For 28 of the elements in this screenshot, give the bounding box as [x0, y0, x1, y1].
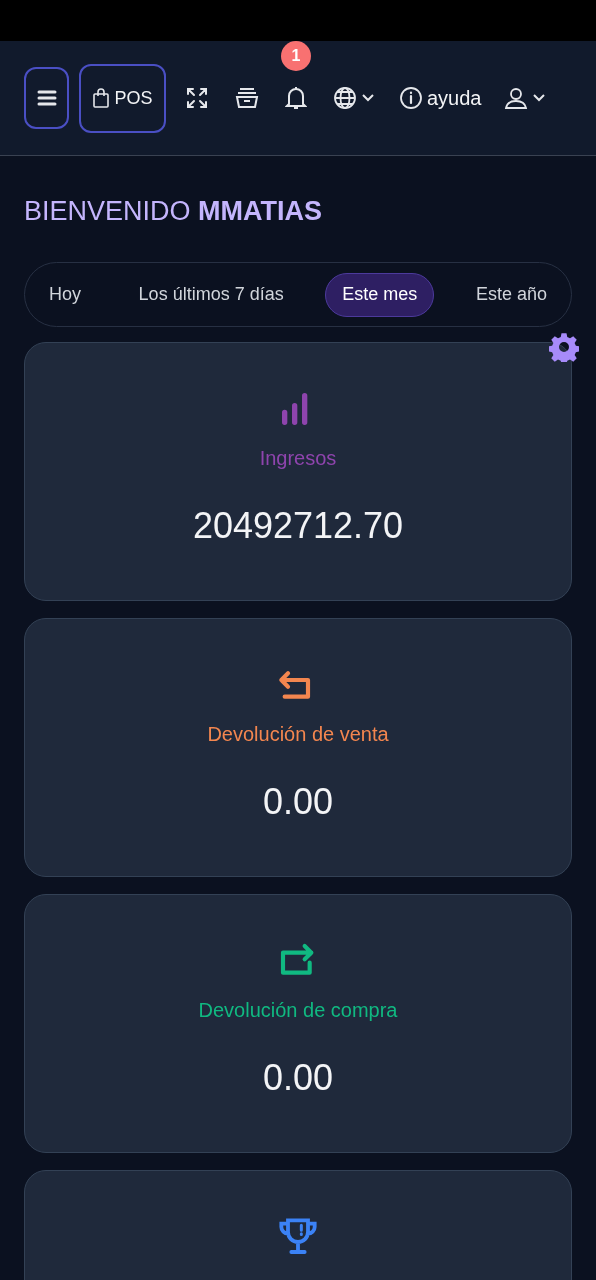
welcome-heading: BIENVENIDO MMATIAS [24, 195, 324, 228]
fullscreen-icon[interactable] [186, 87, 208, 109]
chevron-down-icon [361, 93, 375, 103]
period-tab[interactable]: Hoy [33, 272, 97, 317]
bell-icon[interactable] [285, 86, 307, 110]
period-tab[interactable]: Este año [459, 272, 563, 317]
settings-icon[interactable] [549, 332, 579, 362]
globe-icon [333, 86, 357, 110]
info-icon [399, 86, 423, 110]
stat-label: Ingresos [259, 446, 337, 471]
chevron-down-icon [531, 93, 546, 103]
language-button[interactable] [333, 86, 375, 110]
stat-label: Devolución de venta [207, 722, 389, 747]
archive-tray-icon[interactable] [235, 87, 259, 109]
menu-icon [36, 89, 57, 107]
pos-button[interactable]: POS [79, 63, 166, 133]
menu-button[interactable] [24, 67, 69, 129]
user-menu-button[interactable] [503, 86, 546, 110]
shopping-bag-icon [92, 88, 111, 108]
help-link[interactable]: ayuda [399, 83, 482, 113]
stat-value: 0.00 [262, 780, 334, 824]
period-tab[interactable]: Este mes [325, 272, 435, 317]
stat-value: 20492712.70 [192, 504, 404, 548]
stat-label: Devolución de compra [198, 998, 398, 1023]
stat-value: 0.00 [262, 1056, 334, 1100]
notification-badge: 1 [281, 41, 311, 71]
user-icon [503, 86, 528, 110]
period-tab[interactable]: Los últimos 7 días [122, 272, 300, 317]
